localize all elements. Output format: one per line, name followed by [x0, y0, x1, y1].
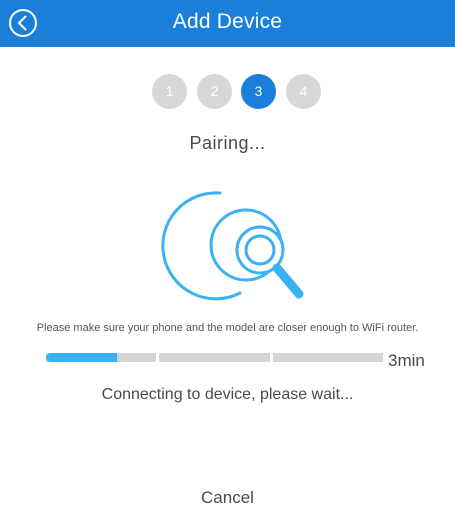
- progress-segment-2: [159, 353, 270, 362]
- connecting-message: Connecting to device, please wait...: [101, 386, 354, 403]
- status-title: Pairing...: [189, 133, 266, 153]
- step-4: 4: [286, 74, 321, 109]
- duration-label: 3min: [388, 351, 425, 370]
- progress-fill: [46, 353, 117, 362]
- step-2: 2: [197, 74, 232, 109]
- progress-segment-3: [273, 353, 383, 362]
- header-bar: Add Device: [0, 0, 455, 47]
- page-title: Add Device: [172, 10, 283, 33]
- step-3-active: 3: [241, 74, 276, 109]
- instruction-text: Please make sure your phone and the mode…: [36, 322, 419, 334]
- step-indicator: 1 2 3 4: [0, 74, 455, 110]
- step-1: 1: [152, 74, 187, 109]
- progress-bar: [46, 353, 383, 362]
- search-device-icon: [161, 191, 304, 301]
- cancel-button[interactable]: Cancel: [0, 488, 455, 508]
